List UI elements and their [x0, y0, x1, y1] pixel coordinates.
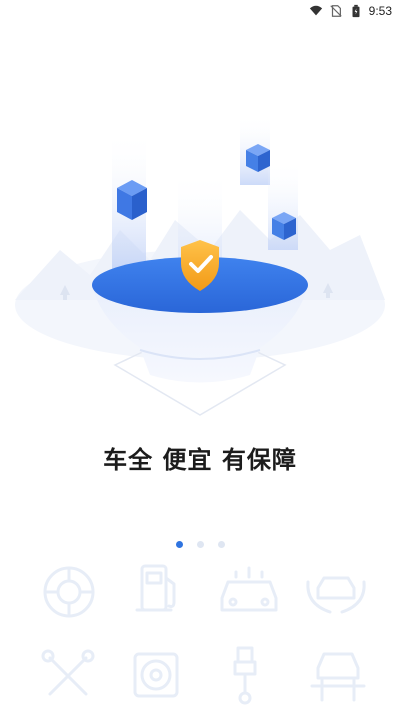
- tire-icon: [43, 566, 95, 618]
- car-care-hands-icon: [306, 576, 366, 614]
- funnel-shield-illustration: [15, 115, 385, 416]
- status-bar: 9:53: [0, 0, 400, 22]
- cube-mid-right: [272, 212, 296, 240]
- onboarding-headline: 车全 便宜 有保障: [103, 446, 297, 474]
- battery-icon: [352, 4, 360, 18]
- tools-icon: [41, 649, 95, 696]
- hero-illustration: [0, 100, 400, 430]
- car-wash-icon: [220, 566, 278, 612]
- page-dot-3[interactable]: [217, 541, 225, 548]
- wheel-service-icon: [133, 652, 179, 698]
- page-dot-1[interactable]: [175, 541, 183, 548]
- page-indicator: [0, 541, 400, 548]
- fuel-pump-icon: [135, 564, 176, 612]
- spark-plug-icon: [233, 646, 257, 705]
- cube-top-right: [246, 144, 270, 172]
- wifi-icon: [309, 5, 322, 16]
- status-time: 9:53: [368, 4, 392, 18]
- page-dot-2[interactable]: [196, 541, 204, 548]
- background-service-icons: [0, 558, 400, 710]
- car-lift-icon: [310, 652, 366, 702]
- no-sim-icon: [329, 5, 342, 17]
- cube-left: [117, 180, 147, 220]
